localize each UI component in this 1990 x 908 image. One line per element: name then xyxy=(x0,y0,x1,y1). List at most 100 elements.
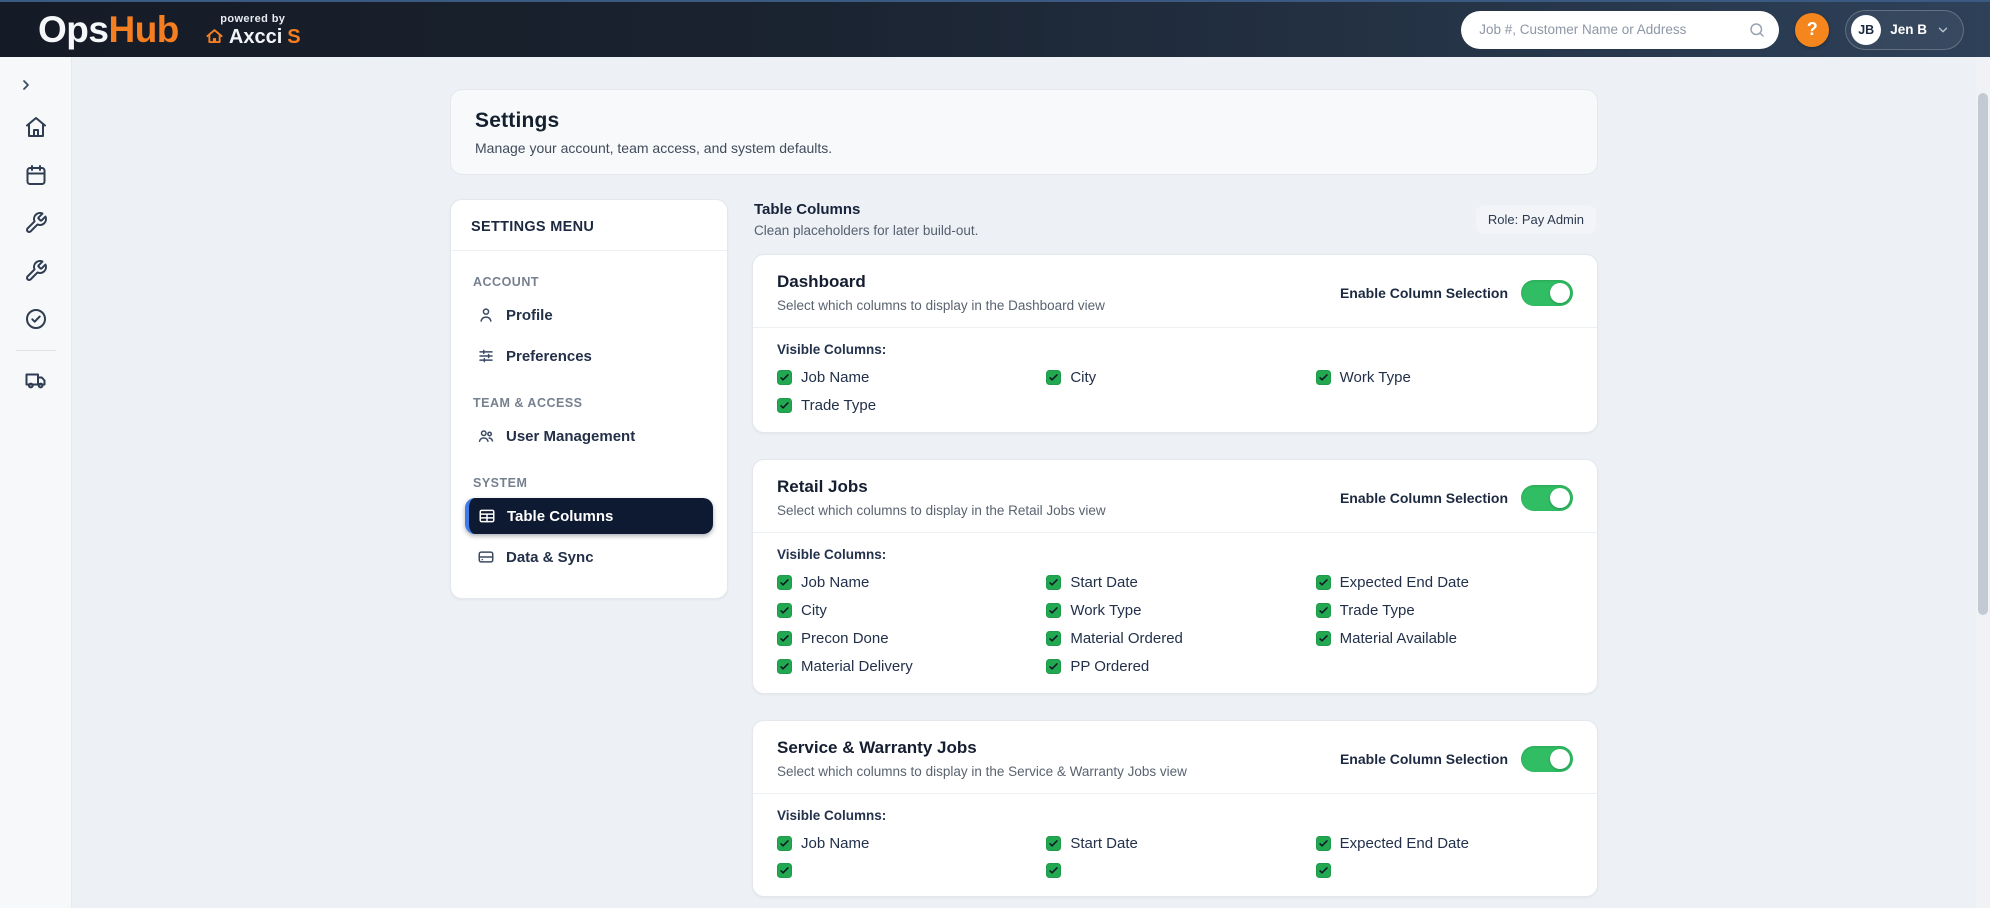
section-title: Table Columns xyxy=(754,201,978,218)
menu-section-label: ACCOUNT xyxy=(473,275,705,289)
search-input[interactable] xyxy=(1461,11,1779,49)
card-subtitle: Select which columns to display in the D… xyxy=(777,298,1105,313)
column-checkbox-item[interactable]: Expected End Date xyxy=(1316,574,1573,591)
column-checkbox-item[interactable]: Expected End Date xyxy=(1316,835,1573,852)
column-label: Material Delivery xyxy=(801,658,913,675)
checkbox-checked-icon[interactable] xyxy=(1046,575,1061,590)
column-checkbox-item[interactable]: Work Type xyxy=(1046,602,1303,619)
enable-column-selection-toggle[interactable] xyxy=(1521,485,1573,511)
checkbox-checked-icon[interactable] xyxy=(1316,603,1331,618)
column-label: Job Name xyxy=(801,835,869,852)
sidebar xyxy=(0,57,72,908)
checkbox-checked-icon[interactable] xyxy=(777,863,792,878)
avatar: JB xyxy=(1851,15,1881,45)
column-checkbox-item[interactable] xyxy=(1046,863,1303,878)
column-checkbox-item[interactable]: PP Ordered xyxy=(1046,658,1303,675)
checkbox-checked-icon[interactable] xyxy=(1316,863,1331,878)
scrollbar-track[interactable] xyxy=(1976,57,1990,908)
checkbox-checked-icon[interactable] xyxy=(777,603,792,618)
card-subtitle: Select which columns to display in the R… xyxy=(777,503,1106,518)
menu-item-profile[interactable]: Profile xyxy=(465,297,713,333)
column-checkbox-item[interactable]: Material Delivery xyxy=(777,658,1034,675)
sidebar-item-deliveries[interactable] xyxy=(0,357,72,405)
column-checkbox-item[interactable]: Job Name xyxy=(777,835,1034,852)
column-label: Material Available xyxy=(1340,630,1457,647)
checkbox-checked-icon[interactable] xyxy=(1316,575,1331,590)
column-checkbox-item[interactable]: City xyxy=(777,602,1034,619)
column-checkbox-item[interactable]: Job Name xyxy=(777,574,1034,591)
house-icon xyxy=(205,27,224,46)
column-checkbox-item[interactable]: Job Name xyxy=(777,369,1034,386)
column-cards: Dashboard Select which columns to displa… xyxy=(752,254,1598,897)
checkbox-checked-icon[interactable] xyxy=(777,370,792,385)
column-checkbox-item[interactable]: Start Date xyxy=(1046,835,1303,852)
columns-grid: Job Name Start Date Expected End Date xyxy=(777,835,1573,878)
powered-by-label: powered by xyxy=(220,13,285,25)
menu-item-table-columns[interactable]: Table Columns xyxy=(465,498,713,534)
column-checkbox-item[interactable]: Material Ordered xyxy=(1046,630,1303,647)
column-checkbox-item[interactable]: Trade Type xyxy=(1316,602,1573,619)
checkbox-checked-icon[interactable] xyxy=(1046,603,1061,618)
enable-column-selection-toggle[interactable] xyxy=(1521,280,1573,306)
calendar-icon xyxy=(24,163,48,190)
checkbox-checked-icon[interactable] xyxy=(1316,370,1331,385)
user-menu[interactable]: JB Jen B xyxy=(1845,10,1964,50)
brand-name-white: Axcci xyxy=(229,27,282,47)
column-label: City xyxy=(801,602,827,619)
checkbox-checked-icon[interactable] xyxy=(777,631,792,646)
column-checkbox-item[interactable]: Trade Type xyxy=(777,397,1034,414)
search-icon[interactable] xyxy=(1748,21,1766,44)
checkbox-checked-icon[interactable] xyxy=(1316,631,1331,646)
column-checkbox-item[interactable] xyxy=(1316,863,1573,878)
checkbox-checked-icon[interactable] xyxy=(777,575,792,590)
menu-item-preferences[interactable]: Preferences xyxy=(465,338,713,374)
menu-item-user-management[interactable]: User Management xyxy=(465,418,713,454)
checkbox-checked-icon[interactable] xyxy=(1316,836,1331,851)
help-button[interactable]: ? xyxy=(1795,13,1829,47)
checkbox-checked-icon[interactable] xyxy=(777,398,792,413)
users-icon xyxy=(477,427,495,445)
menu-section: ACCOUNT Profile Preferences xyxy=(465,275,713,374)
sidebar-item-service[interactable] xyxy=(0,248,72,296)
global-search xyxy=(1461,11,1779,49)
sidebar-item-jobs[interactable] xyxy=(0,200,72,248)
column-label: Start Date xyxy=(1070,574,1138,591)
column-checkbox-item[interactable]: Material Available xyxy=(1316,630,1573,647)
check-circle-icon xyxy=(24,307,48,334)
sidebar-item-calendar[interactable] xyxy=(0,152,72,200)
column-checkbox-item[interactable] xyxy=(777,863,1034,878)
top-bar: OpsHub powered by AxcciS ? JB Jen B xyxy=(0,0,1990,57)
column-checkbox-item[interactable]: Start Date xyxy=(1046,574,1303,591)
page-title: Settings xyxy=(475,109,1573,133)
sidebar-expand-toggle[interactable] xyxy=(14,73,38,100)
checkbox-checked-icon[interactable] xyxy=(1046,863,1061,878)
logo-hub-text: Hub xyxy=(108,11,178,48)
card-title: Retail Jobs xyxy=(777,477,1106,497)
enable-column-selection-toggle[interactable] xyxy=(1521,746,1573,772)
sidebar-item-home[interactable] xyxy=(0,104,72,152)
checkbox-checked-icon[interactable] xyxy=(1046,836,1061,851)
menu-section: SYSTEM Table Columns Data & Sync xyxy=(465,476,713,575)
checkbox-checked-icon[interactable] xyxy=(777,836,792,851)
menu-item-label: Profile xyxy=(506,307,553,324)
app-logo: OpsHub xyxy=(38,11,179,48)
menu-item-data-sync[interactable]: Data & Sync xyxy=(465,539,713,575)
checkbox-checked-icon[interactable] xyxy=(1046,631,1061,646)
checkbox-checked-icon[interactable] xyxy=(777,659,792,674)
app-root: OpsHub powered by AxcciS ? JB Jen B xyxy=(0,0,1990,908)
checkbox-checked-icon[interactable] xyxy=(1046,659,1061,674)
brand-name-orange: S xyxy=(287,27,300,47)
menu-section: TEAM & ACCESS User Management xyxy=(465,396,713,454)
settings-header-card: Settings Manage your account, team acces… xyxy=(450,89,1598,175)
column-checkbox-item[interactable]: City xyxy=(1046,369,1303,386)
menu-section-label: SYSTEM xyxy=(473,476,705,490)
column-label: Trade Type xyxy=(1340,602,1415,619)
sidebar-item-approvals[interactable] xyxy=(0,296,72,344)
checkbox-checked-icon[interactable] xyxy=(1046,370,1061,385)
scrollbar-thumb[interactable] xyxy=(1978,93,1988,615)
column-label: Expected End Date xyxy=(1340,574,1469,591)
column-checkbox-item[interactable]: Precon Done xyxy=(777,630,1034,647)
card-title: Dashboard xyxy=(777,272,1105,292)
column-checkbox-item[interactable]: Work Type xyxy=(1316,369,1573,386)
column-label: Expected End Date xyxy=(1340,835,1469,852)
